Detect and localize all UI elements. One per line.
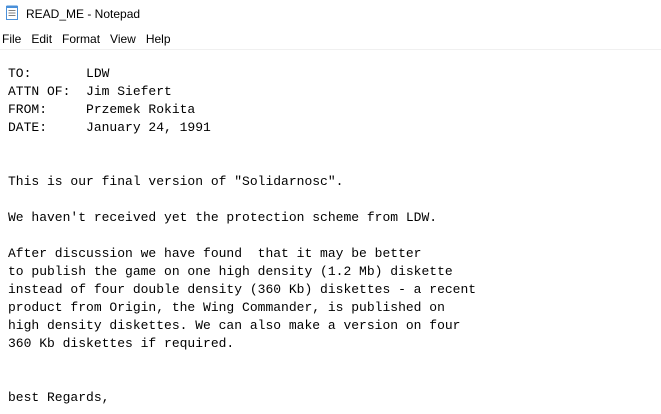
text-editor-area[interactable]: TO: LDW ATTN OF: Jim Siefert FROM: Przem… — [0, 50, 661, 414]
document-text[interactable]: TO: LDW ATTN OF: Jim Siefert FROM: Przem… — [8, 65, 476, 407]
menu-help[interactable]: Help — [143, 29, 174, 49]
menu-format[interactable]: Format — [59, 29, 103, 49]
menu-bar: File Edit Format View Help — [0, 29, 661, 49]
menu-edit[interactable]: Edit — [28, 29, 55, 49]
menu-file[interactable]: File — [0, 29, 24, 49]
menu-view[interactable]: View — [107, 29, 139, 49]
notepad-window: READ_ME - Notepad File Edit Format View … — [0, 0, 661, 414]
title-bar[interactable]: READ_ME - Notepad — [0, 0, 661, 28]
notepad-icon — [6, 5, 18, 20]
window-title: READ_ME - Notepad — [26, 7, 141, 21]
